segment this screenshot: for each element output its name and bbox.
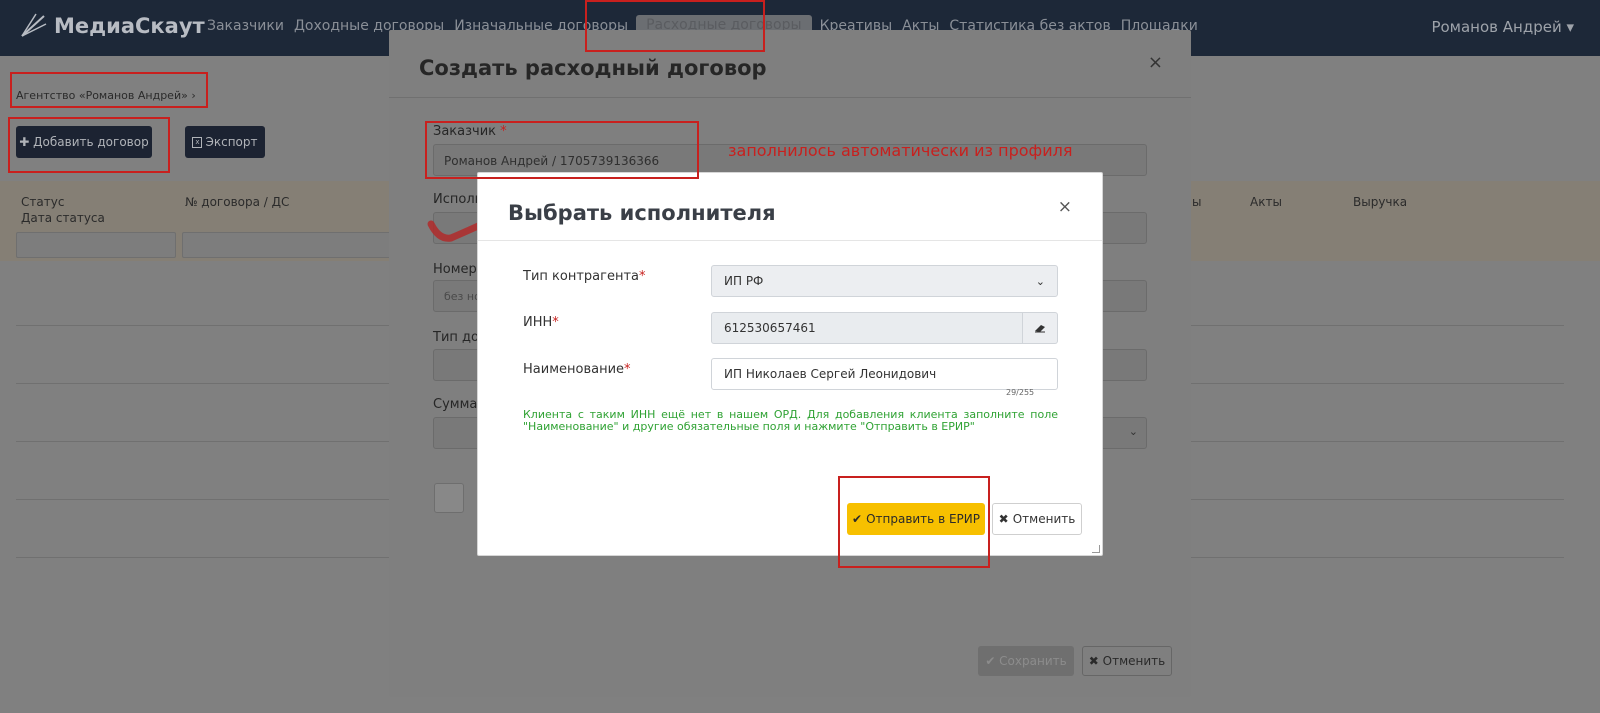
- logo-text: МедиаСкаут: [54, 14, 205, 38]
- number-label: Номер: [433, 262, 477, 277]
- filter-contract-no[interactable]: [182, 232, 392, 258]
- contractor-type-label: Тип контрагента*: [523, 269, 646, 284]
- annotation-box-add: [8, 117, 170, 173]
- eraser-button[interactable]: [1023, 312, 1058, 344]
- user-menu[interactable]: Романов Андрей ▾: [1431, 18, 1574, 36]
- annotation-note: заполнилось автоматически из профиля: [728, 141, 1073, 160]
- nav-customers[interactable]: Заказчики: [205, 18, 286, 35]
- inner-modal-title: Выбрать исполнителя: [508, 201, 776, 225]
- filter-status[interactable]: [16, 232, 176, 258]
- annotation-box-customer: [425, 121, 699, 179]
- export-button[interactable]: x Экспорт: [185, 126, 265, 158]
- col-acts: Акты: [1250, 195, 1282, 209]
- inner-modal-header: Выбрать исполнителя ×: [478, 173, 1102, 241]
- inn-field[interactable]: 612530657461: [711, 312, 1023, 344]
- type-label: Тип до: [433, 330, 479, 345]
- contractor-type-select[interactable]: ИП РФ ⌄: [711, 265, 1058, 297]
- inn-label-text: ИНН: [523, 315, 553, 330]
- logo-icon: [21, 13, 47, 37]
- sum-label: Сумма: [433, 397, 478, 412]
- info-message: Клиента с таким ИНН ещё нет в нашем ОРД.…: [523, 408, 1058, 433]
- name-label: Наименование*: [523, 362, 631, 377]
- col-partial: ы: [1192, 195, 1202, 209]
- resize-handle[interactable]: [1092, 545, 1100, 553]
- close-icon[interactable]: ×: [1058, 197, 1072, 217]
- checkbox[interactable]: [434, 483, 464, 513]
- close-icon: ✖: [998, 512, 1009, 526]
- select-executor-modal: Выбрать исполнителя × Тип контрагента* И…: [477, 172, 1103, 556]
- chevron-down-icon: ⌄: [1128, 425, 1138, 438]
- export-label: Экспорт: [205, 135, 258, 149]
- col-status-date: Дата статуса: [21, 211, 105, 225]
- col-status: Статус: [21, 195, 65, 209]
- save-button[interactable]: ✔ Сохранить: [978, 646, 1074, 676]
- cancel-button[interactable]: ✖ Отменить: [1082, 646, 1172, 676]
- col-revenue: Выручка: [1353, 195, 1408, 209]
- cancel-button[interactable]: ✖ Отменить: [992, 503, 1082, 535]
- close-icon[interactable]: ×: [1148, 52, 1163, 73]
- inn-label: ИНН*: [523, 315, 559, 330]
- logo[interactable]: МедиаСкаут: [18, 10, 205, 42]
- annotation-box-nav: [585, 0, 765, 52]
- cancel-label: Отменить: [1012, 512, 1076, 526]
- modal-header: Создать расходный договор ×: [389, 30, 1191, 98]
- modal-title: Создать расходный договор: [419, 56, 767, 80]
- excel-icon: x: [192, 136, 203, 148]
- col-contract-no: № договора / ДС: [185, 195, 290, 209]
- contractor-type-label-text: Тип контрагента: [523, 269, 639, 284]
- name-field[interactable]: ИП Николаев Сергей Леонидович: [711, 358, 1058, 390]
- annotation-box-breadcrumb: [10, 72, 208, 108]
- char-counter: 29/255: [1006, 388, 1035, 397]
- executor-label: Исполн: [433, 192, 484, 207]
- annotation-box-send: [838, 476, 990, 568]
- chevron-down-icon: ⌄: [1035, 274, 1045, 288]
- eraser-icon: [1035, 325, 1045, 333]
- name-label-text: Наименование: [523, 362, 625, 377]
- contractor-type-value: ИП РФ: [724, 274, 764, 288]
